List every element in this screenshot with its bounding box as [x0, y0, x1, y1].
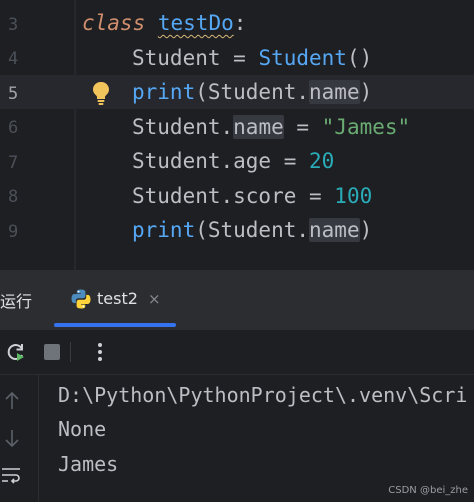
console-side-toolbar	[0, 375, 34, 502]
code-text: Student.score =	[132, 184, 335, 208]
code-line-5[interactable]: print(Student.name)	[132, 75, 372, 109]
console-separator	[38, 375, 39, 502]
attribute-name: name	[309, 80, 360, 104]
toolbar-divider	[70, 342, 71, 362]
attribute-name: name	[309, 218, 360, 242]
more-options-button[interactable]	[88, 340, 112, 364]
active-tab-indicator	[54, 323, 176, 327]
watermark: CSDN @bei_zhe	[388, 485, 468, 496]
code-text: )	[359, 218, 373, 242]
code-line-6[interactable]: Student.name = "James"	[132, 110, 410, 144]
run-panel-title: 运行	[0, 292, 33, 311]
code-text: (Student.	[195, 218, 310, 242]
function-call: print	[132, 80, 196, 104]
gutter-separator	[74, 0, 76, 270]
line-number: 7	[8, 153, 19, 173]
soft-wrap-icon[interactable]	[0, 465, 22, 485]
code-line-3[interactable]: class testDo:	[82, 6, 246, 40]
code-line-7[interactable]: Student.age = 20	[132, 144, 334, 178]
code-editor[interactable]: 3 4 5 6 7 8 9 class testDo: Student = St…	[0, 0, 474, 270]
stop-icon	[44, 344, 60, 360]
number-literal: 100	[334, 184, 373, 208]
console-line: D:\Python\PythonProject\.venv\Scri	[58, 383, 468, 407]
line-number-current: 5	[8, 84, 19, 104]
keyword-class: class	[82, 11, 146, 35]
code-line-9[interactable]: print(Student.name)	[132, 213, 372, 247]
rerun-button[interactable]	[4, 340, 28, 364]
console-output[interactable]: D:\Python\PythonProject\.venv\Scri None …	[0, 375, 474, 502]
console-line: James	[58, 452, 119, 476]
line-number-gutter: 3 4 5 6 7 8 9	[0, 0, 38, 270]
attribute-name: name	[233, 115, 284, 139]
class-call: Student	[258, 46, 347, 70]
line-number: 6	[8, 118, 19, 138]
run-toolbar	[0, 330, 474, 375]
line-number: 4	[8, 49, 19, 69]
arrow-up-icon[interactable]	[4, 391, 20, 411]
code-line-4[interactable]: Student = Student()	[132, 41, 372, 75]
code-text: )	[359, 80, 373, 104]
arrow-down-icon[interactable]	[4, 428, 20, 448]
stop-button[interactable]	[40, 340, 64, 364]
code-text: ()	[346, 46, 373, 70]
code-text: (Student.	[195, 80, 310, 104]
code-text: Student.	[132, 115, 234, 139]
line-number: 3	[8, 15, 19, 35]
code-text: Student =	[132, 46, 259, 70]
code-text: Student.age =	[132, 149, 310, 173]
tab-label: test2	[97, 289, 138, 308]
console-line: None	[58, 417, 107, 441]
rerun-icon	[7, 344, 24, 361]
run-panel-header: 运行 test2 ×	[0, 270, 474, 330]
class-name: testDo	[157, 11, 234, 35]
code-line-8[interactable]: Student.score = 100	[132, 179, 372, 213]
number-literal: 20	[309, 149, 335, 173]
python-icon	[71, 289, 91, 309]
line-number: 8	[8, 187, 19, 207]
colon: :	[233, 11, 247, 35]
function-call: print	[132, 218, 196, 242]
more-vertical-icon	[98, 343, 102, 361]
code-text: =	[283, 115, 322, 139]
lightbulb-icon[interactable]	[90, 80, 112, 106]
close-icon[interactable]: ×	[148, 290, 161, 308]
string-literal: "James"	[321, 115, 411, 139]
line-number: 9	[8, 222, 19, 242]
